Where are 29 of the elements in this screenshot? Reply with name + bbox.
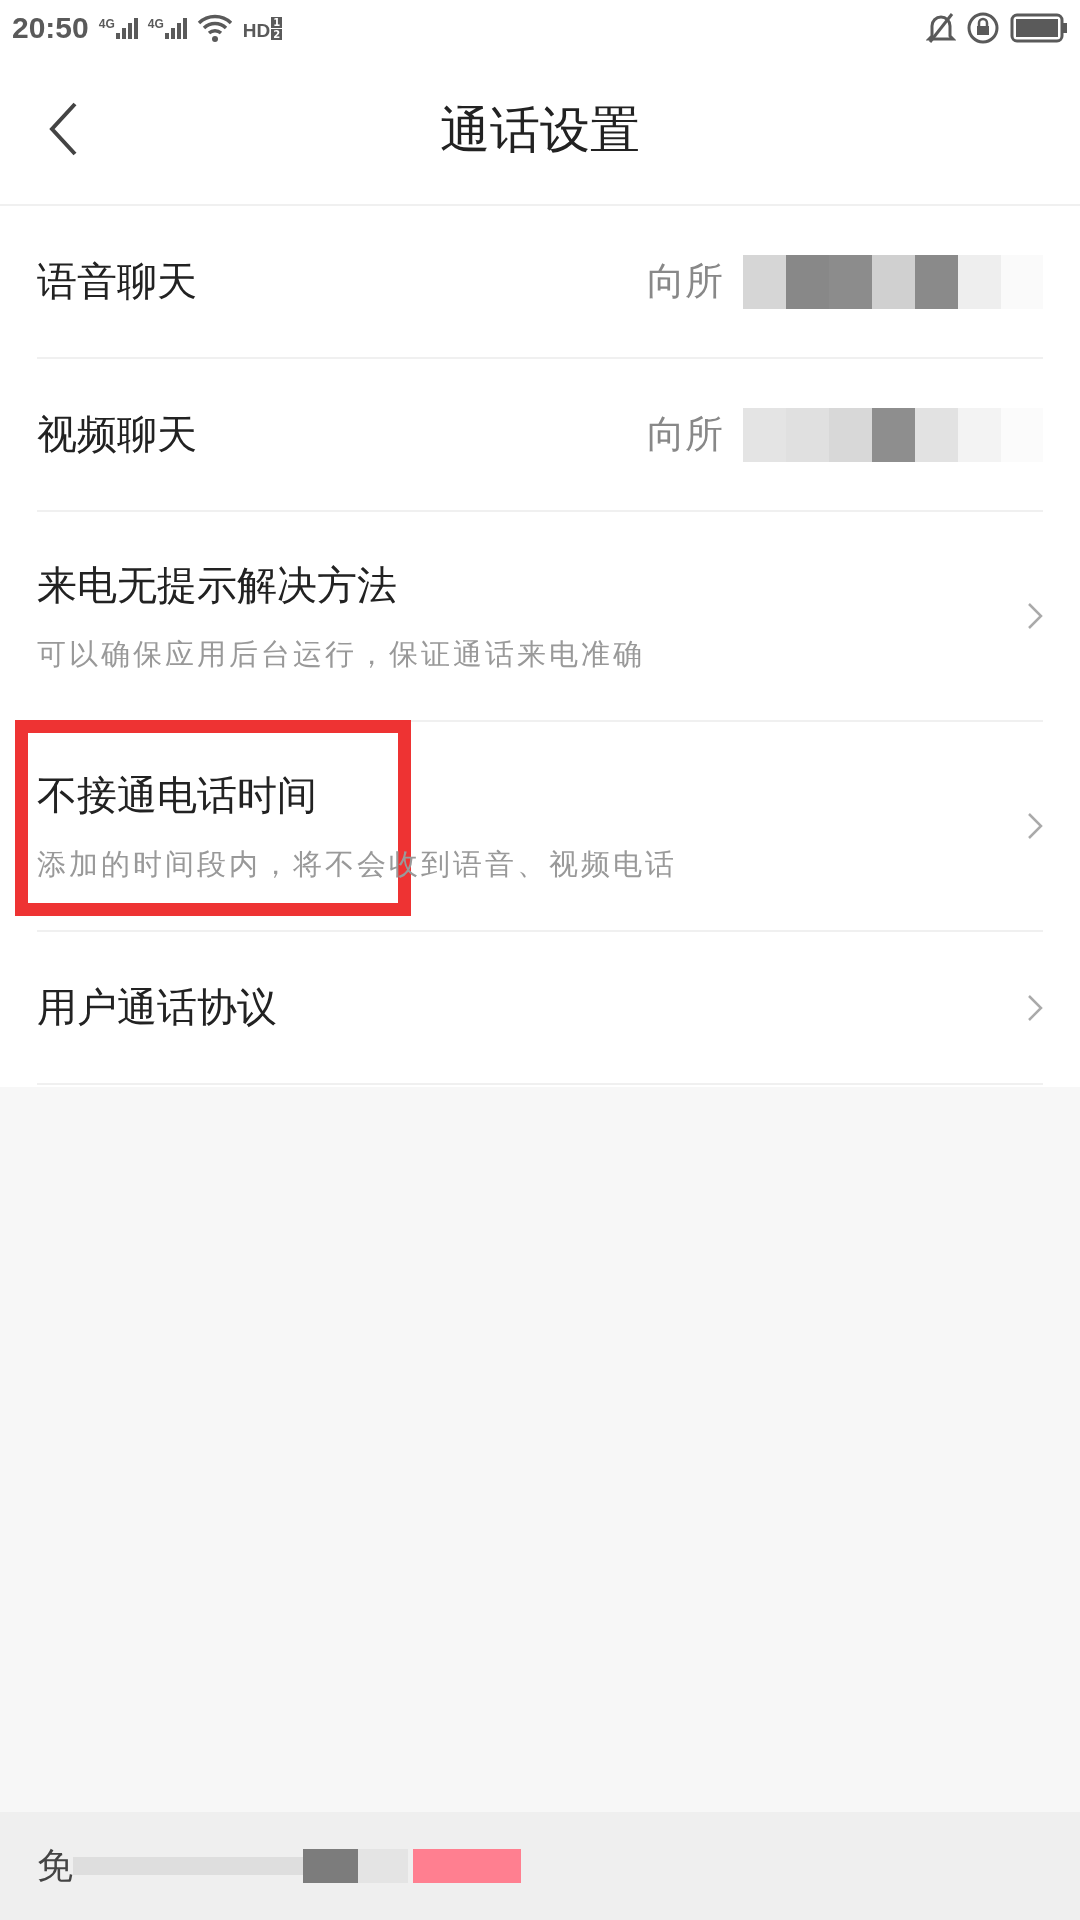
wifi-icon [196,14,233,42]
row-title: 不接通电话时间 [37,770,318,820]
hd-voice-label: HD [242,20,271,40]
signal-icon [115,17,138,39]
rotation-lock-icon [966,11,1000,45]
network-type-label: 4G [147,17,164,31]
chevron-right-icon [1027,602,1043,630]
settings-row[interactable]: 用户通话协议 [37,932,1043,1085]
chevron-right-icon [1027,993,1043,1022]
row-subtitle: 可以确保应用后台运行，保证通话来电准确 [37,635,645,673]
page-title: 通话设置 [440,99,640,161]
row-value: 向所 [647,411,723,458]
row-title: 用户通话协议 [37,983,278,1032]
row-value: 向所 [647,258,723,305]
status-time: 20:50 [12,11,89,45]
signal-icon [164,17,187,39]
settings-row[interactable]: 视频聊天 向所 [37,359,1043,512]
settings-row[interactable]: 语音聊天 向所 [37,206,1043,359]
sim-slot-label: 1 [271,16,283,28]
battery-icon [1010,13,1068,43]
row-title: 语音聊天 [37,257,198,306]
chevron-right-icon [1027,812,1043,840]
settings-row[interactable]: 来电无提示解决方法 可以确保应用后台运行，保证通话来电准确 [37,512,1043,722]
footer-text: 免 [37,1843,73,1888]
row-title: 来电无提示解决方法 [37,560,398,610]
sim-slot-label: 2 [271,28,283,40]
bell-off-icon [926,12,956,44]
row-title: 视频聊天 [37,410,198,459]
network-type-label: 4G [98,17,115,31]
